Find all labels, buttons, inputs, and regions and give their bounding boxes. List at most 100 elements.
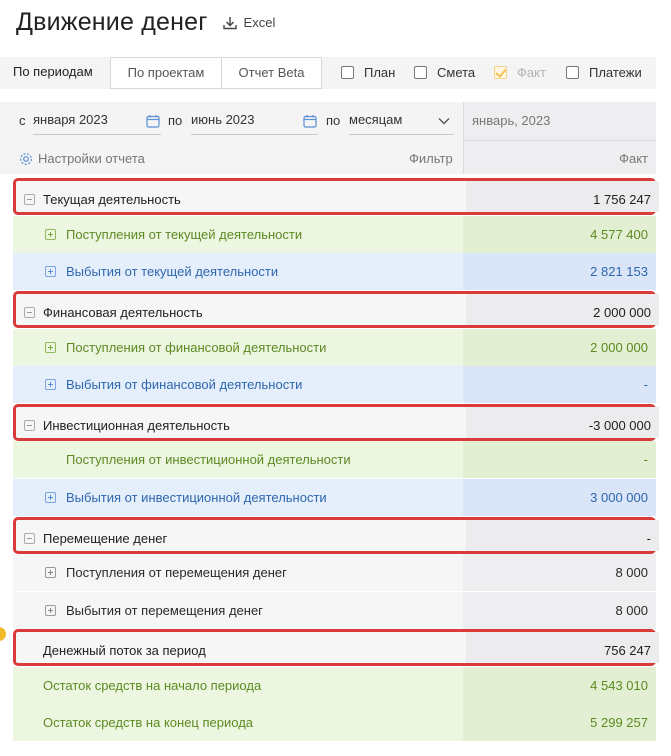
row-label-cell: Поступления от перемещения денег bbox=[13, 554, 463, 591]
checkbox-payments[interactable]: Платежи bbox=[566, 65, 642, 80]
page-title: Движение денег bbox=[16, 8, 208, 36]
row-label: Поступления от инвестиционной деятельнос… bbox=[66, 452, 351, 467]
row-label-cell: Перемещение денег bbox=[16, 520, 466, 551]
checkbox-fact-label: Факт bbox=[517, 65, 546, 80]
tab-report-beta[interactable]: Отчет Beta bbox=[221, 57, 322, 89]
expand-icon[interactable] bbox=[45, 379, 56, 390]
row-label: Выбытия от финансовой деятельности bbox=[66, 377, 303, 392]
collapse-icon[interactable] bbox=[24, 307, 35, 318]
row-label-cell: Остаток средств на конец периода bbox=[13, 704, 463, 741]
expand-icon[interactable] bbox=[45, 567, 56, 578]
excel-label: Excel bbox=[243, 15, 276, 30]
row-label: Текущая деятельность bbox=[43, 192, 181, 207]
row-label-cell: Текущая деятельность bbox=[16, 181, 466, 212]
row-label-cell: Выбытия от финансовой деятельности bbox=[13, 366, 463, 403]
page-header: Движение денег Excel bbox=[16, 8, 275, 37]
row-value: -3 000 000 bbox=[466, 407, 659, 438]
from-date-input[interactable]: января 2023 bbox=[33, 105, 161, 135]
table-row[interactable]: Перемещение денег - bbox=[13, 517, 659, 554]
table-row[interactable]: Выбытия от инвестиционной деятельности 3… bbox=[13, 479, 656, 516]
row-value: 8 000 bbox=[463, 554, 656, 591]
checkbox-estimate-box[interactable] bbox=[414, 66, 427, 79]
table-row[interactable]: Выбытия от текущей деятельности 2 821 15… bbox=[13, 253, 656, 290]
calendar-icon[interactable] bbox=[303, 114, 317, 128]
table-row[interactable]: Остаток средств на начало периода 4 543 … bbox=[13, 667, 656, 704]
table-row[interactable]: Инвестиционная деятельность -3 000 000 bbox=[13, 404, 659, 441]
from-label: с bbox=[19, 113, 26, 128]
table-row[interactable]: Выбытия от финансовой деятельности - bbox=[13, 366, 656, 403]
row-value: 2 000 000 bbox=[466, 294, 659, 325]
to-label: по bbox=[168, 113, 183, 128]
row-value: 8 000 bbox=[463, 592, 656, 629]
row-value: 1 756 247 bbox=[466, 181, 659, 212]
expand-icon[interactable] bbox=[45, 605, 56, 616]
excel-export-button[interactable]: Excel bbox=[222, 15, 276, 30]
tab-periods[interactable]: По периодам bbox=[0, 57, 110, 89]
fact-column-label: Факт bbox=[619, 151, 648, 166]
by-label: по bbox=[326, 113, 341, 128]
table-row[interactable]: Денежный поток за период 756 247 bbox=[13, 629, 659, 666]
row-label: Финансовая деятельность bbox=[43, 305, 203, 320]
row-label-cell: Поступления от инвестиционной деятельнос… bbox=[13, 441, 463, 478]
download-icon bbox=[222, 16, 237, 29]
divider bbox=[464, 140, 656, 141]
row-label-cell: Денежный поток за период bbox=[16, 632, 466, 663]
filter-link[interactable]: Фильтр bbox=[409, 151, 453, 166]
report-settings-link[interactable]: Настройки отчета bbox=[38, 151, 145, 166]
from-date-value: января 2023 bbox=[33, 112, 108, 127]
row-value: 2 000 000 bbox=[463, 329, 656, 366]
checkbox-fact: Факт bbox=[494, 65, 546, 80]
row-label: Поступления от текущей деятельности bbox=[66, 227, 303, 242]
to-date-input[interactable]: июнь 2023 bbox=[191, 105, 318, 135]
row-label: Остаток средств на конец периода bbox=[43, 715, 254, 730]
expand-icon[interactable] bbox=[45, 266, 56, 277]
view-tabs: По периодам По проектам Отчет Beta План … bbox=[0, 57, 656, 89]
row-label-cell: Выбытия от инвестиционной деятельности bbox=[13, 479, 463, 516]
collapse-icon[interactable] bbox=[24, 533, 35, 544]
chevron-down-icon[interactable] bbox=[438, 117, 450, 125]
row-label: Выбытия от инвестиционной деятельности bbox=[66, 490, 327, 505]
table-row[interactable]: Остаток средств на конец периода 5 299 2… bbox=[13, 704, 656, 741]
report-filters: с января 2023 по июнь 2023 по месяцам На… bbox=[0, 102, 463, 174]
table-row[interactable]: Поступления от перемещения денег 8 000 bbox=[13, 554, 656, 591]
row-value: 2 821 153 bbox=[463, 253, 656, 290]
row-label: Перемещение денег bbox=[43, 531, 168, 546]
period-column-label: январь, 2023 bbox=[472, 113, 551, 128]
row-label: Поступления от финансовой деятельности bbox=[66, 340, 327, 355]
tab-projects[interactable]: По проектам bbox=[110, 57, 222, 89]
gear-icon[interactable] bbox=[19, 152, 33, 166]
calendar-icon[interactable] bbox=[146, 114, 160, 128]
expand-icon[interactable] bbox=[45, 342, 56, 353]
row-value: - bbox=[463, 441, 656, 478]
table-row[interactable]: Поступления от инвестиционной деятельнос… bbox=[13, 441, 656, 478]
row-label: Выбытия от перемещения денег bbox=[66, 603, 263, 618]
row-value: - bbox=[463, 366, 656, 403]
table-row[interactable]: Поступления от текущей деятельности 4 57… bbox=[13, 216, 656, 253]
expand-icon[interactable] bbox=[45, 229, 56, 240]
row-label-cell: Остаток средств на начало периода bbox=[13, 667, 463, 704]
row-label: Выбытия от текущей деятельности bbox=[66, 264, 279, 279]
row-value: 4 543 010 bbox=[463, 667, 656, 704]
checkbox-estimate[interactable]: Смета bbox=[414, 65, 475, 80]
checkbox-plan-box[interactable] bbox=[341, 66, 354, 79]
collapse-icon[interactable] bbox=[24, 420, 35, 431]
row-value: 756 247 bbox=[466, 632, 659, 663]
row-label: Остаток средств на начало периода bbox=[43, 678, 262, 693]
table-row[interactable]: Финансовая деятельность 2 000 000 bbox=[13, 291, 659, 328]
table-row[interactable]: Поступления от финансовой деятельности 2… bbox=[13, 329, 656, 366]
collapse-icon[interactable] bbox=[24, 194, 35, 205]
table-row[interactable]: Текущая деятельность 1 756 247 bbox=[13, 178, 659, 215]
row-label-cell: Финансовая деятельность bbox=[16, 294, 466, 325]
row-label-cell: Поступления от текущей деятельности bbox=[13, 216, 463, 253]
table-row[interactable]: Выбытия от перемещения денег 8 000 bbox=[13, 592, 656, 629]
checkbox-plan-label: План bbox=[364, 65, 396, 80]
checkbox-payments-box[interactable] bbox=[566, 66, 579, 79]
row-label: Денежный поток за период bbox=[43, 643, 206, 658]
expand-icon[interactable] bbox=[45, 492, 56, 503]
grouping-value: месяцам bbox=[349, 112, 403, 127]
row-label-cell: Выбытия от перемещения денег bbox=[13, 592, 463, 629]
row-label-cell: Инвестиционная деятельность bbox=[16, 407, 466, 438]
row-value: - bbox=[466, 520, 659, 551]
checkbox-plan[interactable]: План bbox=[341, 65, 395, 80]
to-date-value: июнь 2023 bbox=[191, 112, 255, 127]
